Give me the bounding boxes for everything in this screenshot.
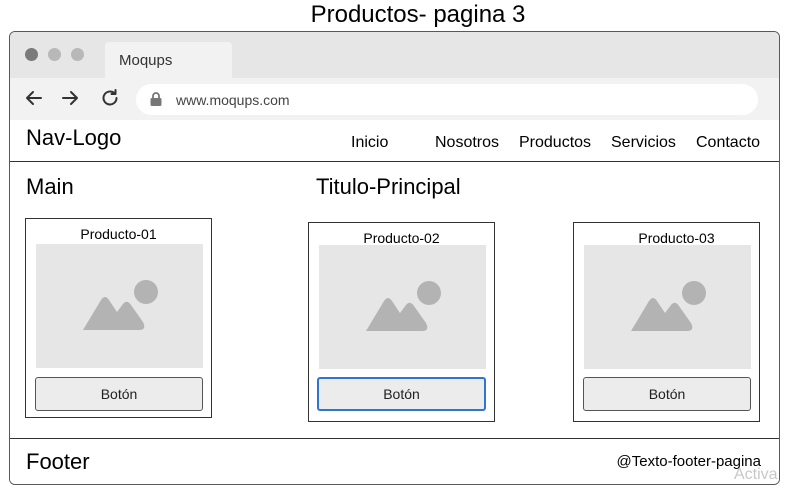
main-title: Titulo-Principal	[316, 174, 461, 199]
browser-tab-label: Moqups	[119, 52, 173, 69]
image-placeholder-icon	[631, 281, 706, 331]
site-footer: Footer @Texto-footer-pagina	[10, 438, 779, 484]
product-title: Producto-01	[80, 226, 157, 242]
product-title: Producto-03	[638, 230, 715, 246]
image-placeholder	[319, 245, 486, 369]
nav-link-contacto[interactable]: Contacto	[696, 134, 760, 152]
nav-link-productos[interactable]: Productos	[519, 134, 591, 152]
nav-logo[interactable]: Nav-Logo	[26, 125, 121, 151]
product-card: Producto-01 Botón	[25, 218, 212, 418]
browser-tab[interactable]: Moqups	[105, 42, 232, 78]
forward-arrow-icon[interactable]	[58, 86, 82, 110]
page-title: Productos- pagina 3	[310, 1, 526, 28]
product-button[interactable]: Botón	[583, 377, 751, 411]
site-navbar: Nav-Logo Inicio Nosotros Productos Servi…	[10, 120, 779, 162]
image-placeholder-icon	[83, 280, 158, 330]
footer-label: Footer	[26, 449, 90, 474]
window-maximize-dot[interactable]	[71, 48, 84, 61]
product-title: Producto-02	[363, 230, 440, 246]
window-close-dot[interactable]	[25, 48, 38, 61]
image-placeholder-icon	[366, 281, 441, 331]
product-button[interactable]: Botón	[317, 377, 486, 411]
product-card: Producto-02 Botón	[308, 222, 495, 422]
nav-link-inicio[interactable]: Inicio	[351, 134, 388, 152]
url-text: www.moqups.com	[176, 92, 290, 108]
back-arrow-icon[interactable]	[22, 86, 46, 110]
main-section-label: Main	[26, 174, 74, 199]
window-minimize-dot[interactable]	[48, 48, 61, 61]
browser-tab-bar: Moqups	[10, 32, 779, 78]
nav-link-nosotros[interactable]: Nosotros	[435, 134, 499, 152]
browser-url-bar: www.moqups.com	[10, 78, 779, 120]
product-button[interactable]: Botón	[35, 377, 203, 411]
activation-watermark: Activa	[734, 466, 778, 483]
image-placeholder	[584, 245, 751, 369]
lock-icon	[149, 91, 163, 107]
nav-link-servicios[interactable]: Servicios	[611, 134, 676, 152]
product-card: Producto-03 Botón	[573, 222, 760, 422]
browser-window: Moqups www.moqups.com Nav-Logo Inicio No…	[9, 31, 780, 485]
address-bar[interactable]: www.moqups.com	[136, 84, 758, 115]
reload-icon[interactable]	[98, 86, 122, 110]
image-placeholder	[36, 244, 203, 368]
